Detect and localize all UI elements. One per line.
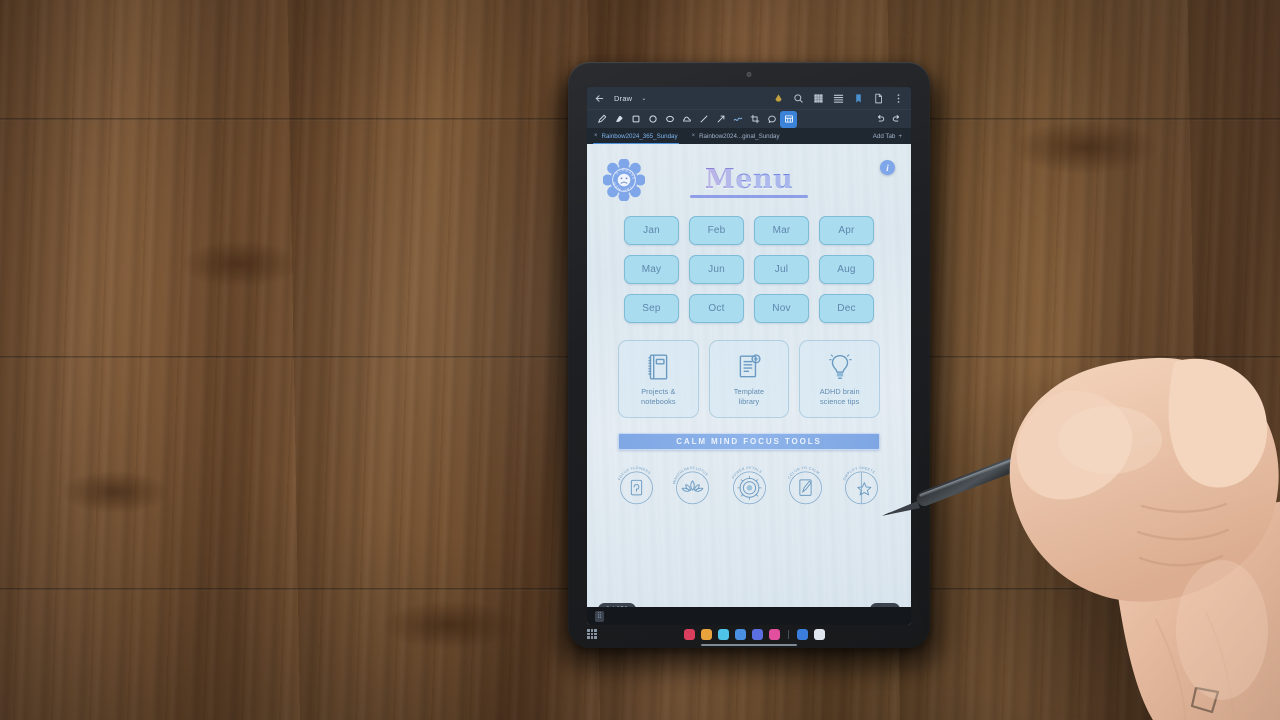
ellipse-tool-icon[interactable] (661, 111, 678, 128)
focus-tool-simplify-sheets[interactable]: SIMPLIFY SHEETS (838, 462, 885, 509)
dock-app-2[interactable] (700, 628, 712, 640)
dock-app-4[interactable] (734, 628, 746, 640)
tab-rainbow-original-sunday[interactable]: × Rainbow2024...ginal_Sunday (685, 128, 787, 144)
android-dock (587, 625, 911, 643)
dock-divider (787, 629, 789, 639)
month-button-mar[interactable]: Mar (754, 216, 809, 245)
feature-card-row: Projects & notebooks Template library AD… (618, 340, 880, 418)
title-underline (690, 195, 808, 198)
circle-tool-icon[interactable] (644, 111, 661, 128)
page-icon[interactable] (873, 93, 884, 104)
all-apps-icon[interactable] (587, 629, 597, 639)
close-icon[interactable]: × (594, 133, 598, 139)
info-button[interactable]: i (880, 160, 895, 175)
focus-tool-color-to-calm[interactable]: COLOR TO CALM (782, 462, 829, 509)
card-projects-notebooks[interactable]: Projects & notebooks (618, 340, 699, 418)
crop-tool-icon[interactable] (746, 111, 763, 128)
focus-tool-power-petals[interactable]: POWER PETALS (726, 462, 773, 509)
notebook-icon (645, 352, 671, 382)
tab-label: Rainbow2024...ginal_Sunday (699, 132, 780, 140)
svg-text:POWER PETALS: POWER PETALS (731, 466, 763, 480)
list-icon[interactable] (833, 93, 844, 104)
app-top-bar: Draw ⌄ (587, 87, 911, 109)
planner-page: STRESSED? TAP HERE i Menu Jan Feb Mar A (587, 144, 911, 625)
mode-label[interactable]: Draw (614, 94, 632, 103)
pen-tool-icon[interactable] (593, 111, 610, 128)
card-adhd-brain-science-tips[interactable]: ADHD brain science tips (799, 340, 880, 418)
document-tab-bar: × Rainbow2024_365_Sunday × Rainbow2024..… (587, 128, 911, 144)
lightbulb-icon (827, 352, 853, 382)
month-button-apr[interactable]: Apr (819, 216, 874, 245)
back-arrow-icon[interactable] (594, 93, 605, 104)
page-title: Menu (704, 164, 794, 195)
tab-label: Rainbow2024_365_Sunday (601, 132, 678, 140)
tab-rainbow-365-sunday[interactable]: × Rainbow2024_365_Sunday (587, 128, 685, 144)
cloud-tool-icon[interactable] (678, 111, 695, 128)
drawing-tool-row (587, 109, 911, 128)
document-star-icon (736, 352, 762, 382)
home-gesture-bar[interactable] (701, 644, 797, 646)
add-tab-label: Add Tab (872, 132, 896, 140)
dock-app-7[interactable] (796, 628, 808, 640)
card-label: Projects & notebooks (641, 386, 676, 406)
month-button-nov[interactable]: Nov (754, 294, 809, 323)
redo-icon[interactable] (888, 111, 905, 128)
focus-tools-row: FOCUS FLOWERS MINDFULNESS LOTUS POWER PE… (609, 462, 889, 509)
calm-mind-focus-tools-banner[interactable]: CALM MIND FOCUS TOOLS (618, 433, 880, 450)
month-button-jun[interactable]: Jun (689, 255, 744, 284)
bookmark-icon[interactable] (853, 93, 864, 104)
svg-text:FOCUS FLOWERS: FOCUS FLOWERS (617, 466, 651, 481)
line-tool-icon[interactable] (695, 111, 712, 128)
stressed-tap-here-badge[interactable]: STRESSED? TAP HERE (603, 159, 645, 201)
plus-icon: + (898, 132, 902, 140)
month-button-jan[interactable]: Jan (624, 216, 679, 245)
month-button-may[interactable]: May (624, 255, 679, 284)
dock-app-8[interactable] (813, 628, 825, 640)
undo-icon[interactable] (871, 111, 888, 128)
month-button-aug[interactable]: Aug (819, 255, 874, 284)
table-tool-icon[interactable] (780, 110, 797, 128)
search-icon[interactable] (793, 93, 804, 104)
grid-icon[interactable] (813, 93, 824, 104)
speech-bubble-tool-icon[interactable] (763, 111, 780, 128)
dock-app-3[interactable] (717, 628, 729, 640)
focus-tool-label: COLOR TO CALM (787, 466, 820, 479)
card-label: ADHD brain science tips (819, 386, 860, 406)
more-icon[interactable] (893, 93, 904, 104)
curve-tool-icon[interactable] (729, 111, 746, 128)
highlighter-icon[interactable] (773, 93, 784, 104)
focus-tool-label: FOCUS FLOWERS (617, 466, 651, 481)
month-grid: Jan Feb Mar Apr May Jun Jul Aug Sep Oct … (624, 216, 874, 323)
dock-app-6[interactable] (768, 628, 780, 640)
arrow-tool-icon[interactable] (712, 111, 729, 128)
month-button-jul[interactable]: Jul (754, 255, 809, 284)
focus-tool-focus-flowers[interactable]: FOCUS FLOWERS (613, 462, 660, 509)
dock-app-1[interactable] (683, 628, 695, 640)
add-tab-button[interactable]: Add Tab + (873, 133, 911, 140)
month-button-oct[interactable]: Oct (689, 294, 744, 323)
month-button-dec[interactable]: Dec (819, 294, 874, 323)
tablet-screen: Draw ⌄ × Rainbow2024_365_Sunday × Rainbo… (587, 87, 911, 625)
month-button-sep[interactable]: Sep (624, 294, 679, 323)
tablet-device: Draw ⌄ × Rainbow2024_365_Sunday × Rainbo… (568, 62, 930, 648)
card-label: Template library (733, 386, 765, 406)
system-nav-bar: ⣿ (587, 607, 911, 625)
close-icon[interactable]: × (692, 133, 696, 139)
drag-handle-icon[interactable]: ⣿ (595, 610, 604, 622)
square-tool-icon[interactable] (627, 111, 644, 128)
focus-tool-mindfulness-lotus[interactable]: MINDFULNESS LOTUS (669, 462, 716, 509)
card-template-library[interactable]: Template library (708, 340, 790, 418)
eraser-tool-icon[interactable] (610, 111, 627, 128)
svg-text:SIMPLIFY SHEETS: SIMPLIFY SHEETS (842, 466, 876, 481)
dock-app-5[interactable] (751, 628, 763, 640)
month-button-feb[interactable]: Feb (689, 216, 744, 245)
focus-tool-label: SIMPLIFY SHEETS (842, 466, 876, 481)
front-camera-icon (746, 72, 752, 77)
focus-tool-label: POWER PETALS (731, 466, 763, 480)
svg-text:COLOR TO CALM: COLOR TO CALM (787, 466, 820, 479)
chevron-down-icon[interactable]: ⌄ (641, 95, 646, 102)
